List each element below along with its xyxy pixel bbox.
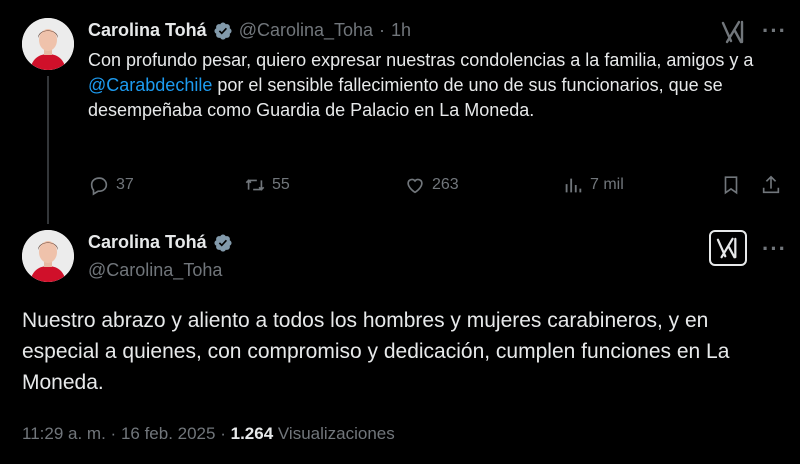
views-icon bbox=[565, 178, 582, 193]
separator: · bbox=[379, 20, 386, 40]
reply-count: 37 bbox=[116, 176, 134, 193]
post-time[interactable]: 1h bbox=[391, 20, 411, 41]
bookmark-icon bbox=[724, 176, 738, 195]
more-icon[interactable]: ··· bbox=[762, 236, 787, 262]
separator: · bbox=[110, 424, 117, 443]
tweet2-text: Nuestro abrazo y aliento a todos los hom… bbox=[22, 309, 730, 394]
grok-icon[interactable] bbox=[716, 14, 752, 50]
verified-badge-icon bbox=[214, 21, 232, 40]
repost-count: 55 bbox=[272, 176, 290, 193]
author-handle[interactable]: @Carolina_Toha bbox=[239, 20, 373, 41]
views-button[interactable]: 7 mil bbox=[562, 174, 624, 196]
avatar[interactable] bbox=[22, 230, 74, 282]
view-label: Visualizaciones bbox=[277, 424, 395, 443]
tweet2-header: Carolina Tohá bbox=[88, 232, 233, 253]
verified-badge-icon bbox=[214, 233, 232, 252]
bookmark-button[interactable] bbox=[720, 174, 742, 196]
like-icon bbox=[407, 178, 423, 194]
repost-button[interactable]: 55 bbox=[244, 174, 290, 196]
avatar[interactable] bbox=[22, 18, 74, 70]
mention-link[interactable]: @Carabdechile bbox=[88, 75, 212, 95]
tweet1-header: Carolina Tohá @Carolina_Toha · 1h bbox=[88, 20, 411, 41]
post-time[interactable]: 11:29 a. m. bbox=[22, 424, 106, 443]
share-button[interactable] bbox=[760, 174, 782, 196]
like-button[interactable]: 263 bbox=[404, 174, 459, 196]
more-icon[interactable]: ··· bbox=[762, 18, 787, 44]
grok-icon[interactable] bbox=[709, 230, 747, 266]
repost-icon bbox=[245, 179, 265, 191]
author-name[interactable]: Carolina Tohá bbox=[88, 20, 207, 41]
author-handle[interactable]: @Carolina_Toha bbox=[88, 260, 222, 281]
post-date[interactable]: 16 feb. 2025 bbox=[121, 424, 216, 443]
thread-line bbox=[47, 76, 49, 224]
views-count: 7 mil bbox=[590, 176, 624, 193]
view-count: 1.264 bbox=[230, 424, 274, 443]
like-count: 263 bbox=[432, 176, 459, 193]
tweet-text-part: Con profundo pesar, quiero expresar nues… bbox=[88, 50, 754, 70]
author-name[interactable]: Carolina Tohá bbox=[88, 232, 207, 253]
reply-icon bbox=[90, 177, 108, 196]
tweet-metadata: 11:29 a. m. · 16 feb. 2025 · 1.264 Visua… bbox=[22, 424, 395, 444]
separator: · bbox=[220, 424, 226, 443]
share-icon bbox=[762, 175, 780, 194]
reply-button[interactable]: 37 bbox=[88, 174, 134, 196]
tweet1-text: Con profundo pesar, quiero expresar nues… bbox=[88, 48, 768, 123]
